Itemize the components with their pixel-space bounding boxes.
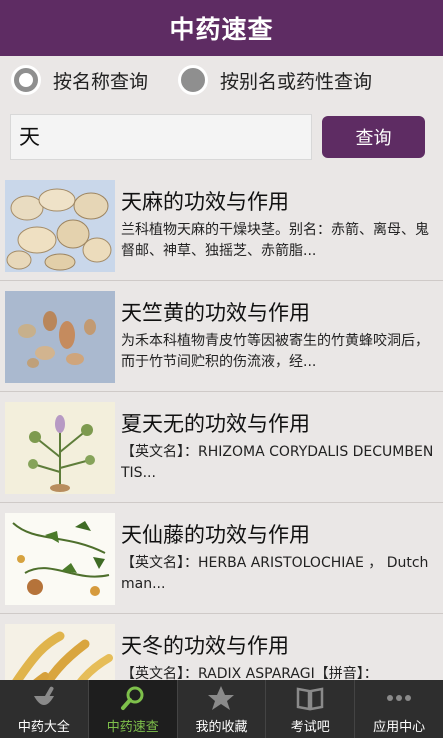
tab-my-favorites[interactable]: 我的收藏: [178, 680, 267, 738]
search-button[interactable]: 查询: [322, 116, 425, 158]
result-list: 天麻的功效与作用 兰科植物天麻的干燥块茎。别名：赤箭、离母、鬼督邮、神草、独摇芝…: [0, 170, 443, 680]
list-item[interactable]: 天竺黄的功效与作用 为禾本科植物青皮竹等因被寄生的竹黄蜂咬洞后，而于竹节间贮积的…: [0, 281, 443, 392]
item-description: 【英文名】：HERBA ARISTOLOCHIAE ， Dutchman...: [121, 555, 429, 592]
list-item[interactable]: 天仙藤的功效与作用 【英文名】：HERBA ARISTOLOCHIAE ， Du…: [0, 503, 443, 614]
more-dots-icon: [384, 684, 414, 712]
tiandong-thumbnail: [5, 624, 115, 680]
star-icon: [206, 684, 236, 712]
tab-label: 中药大全: [17, 720, 70, 735]
tab-app-center[interactable]: 应用中心: [355, 680, 443, 738]
tianma-thumbnail: [5, 180, 115, 272]
book-icon: [295, 684, 325, 712]
list-item[interactable]: 夏天无的功效与作用 【英文名】：RHIZOMA CORYDALIS DECUMB…: [0, 392, 443, 503]
search-icon: [118, 684, 148, 712]
search-by-name-radio[interactable]: 按名称查询: [11, 64, 148, 96]
search-by-name-label: 按名称查询: [53, 70, 149, 93]
search-panel: 按名称查询 按别名或药性查询 天 查询: [0, 56, 443, 170]
item-title: 天竺黄的功效与作用: [121, 301, 310, 325]
search-by-alias-label: 按别名或药性查询: [220, 70, 373, 93]
tab-exam[interactable]: 考试吧: [266, 680, 356, 738]
tab-label: 考试吧: [290, 720, 330, 735]
mortar-icon: [29, 684, 59, 712]
search-input[interactable]: 天: [10, 114, 312, 160]
item-description: 【英文名】：RHIZOMA CORYDALIS DECUMBENTIS...: [121, 444, 434, 481]
app-header: 中药速查: [0, 0, 443, 56]
tab-herb-encyclopedia[interactable]: 中药大全: [0, 680, 89, 738]
radio-selected-icon[interactable]: [11, 65, 41, 95]
tab-herb-quick-search[interactable]: 中药速查: [88, 680, 178, 738]
bottom-tab-bar: 中药大全 中药速查 我的收藏 考试吧 应用中心: [0, 680, 443, 738]
list-item[interactable]: 天麻的功效与作用 兰科植物天麻的干燥块茎。别名：赤箭、离母、鬼督邮、神草、独摇芝…: [0, 170, 443, 281]
item-title: 天冬的功效与作用: [121, 634, 289, 658]
item-title: 夏天无的功效与作用: [121, 412, 310, 436]
tianzhuhuang-thumbnail: [5, 291, 115, 383]
tab-label: 应用中心: [373, 720, 426, 735]
item-description: 为禾本科植物青皮竹等因被寄生的竹黄蜂咬洞后，而于竹节间贮积的伤流液，经...: [121, 333, 429, 370]
item-title: 天麻的功效与作用: [121, 190, 289, 214]
tab-label: 中药速查: [106, 720, 159, 735]
search-by-alias-radio[interactable]: 按别名或药性查询: [178, 64, 372, 96]
tianxianteng-thumbnail: [5, 513, 115, 605]
page-title: 中药速查: [169, 15, 274, 44]
search-mode-group: 按名称查询 按别名或药性查询: [0, 64, 443, 96]
xiatianwu-thumbnail: [5, 402, 115, 494]
item-description: 【英文名】：RADIX ASPARAGI【拼音】：: [121, 666, 378, 680]
tab-label: 我的收藏: [195, 720, 248, 735]
item-description: 兰科植物天麻的干燥块茎。别名：赤箭、离母、鬼督邮、神草、独摇芝、赤箭脂...: [121, 222, 429, 259]
item-title: 天仙藤的功效与作用: [121, 523, 310, 547]
list-item[interactable]: 天冬的功效与作用 【英文名】：RADIX ASPARAGI【拼音】：: [0, 614, 443, 680]
radio-unselected-icon[interactable]: [178, 65, 208, 95]
